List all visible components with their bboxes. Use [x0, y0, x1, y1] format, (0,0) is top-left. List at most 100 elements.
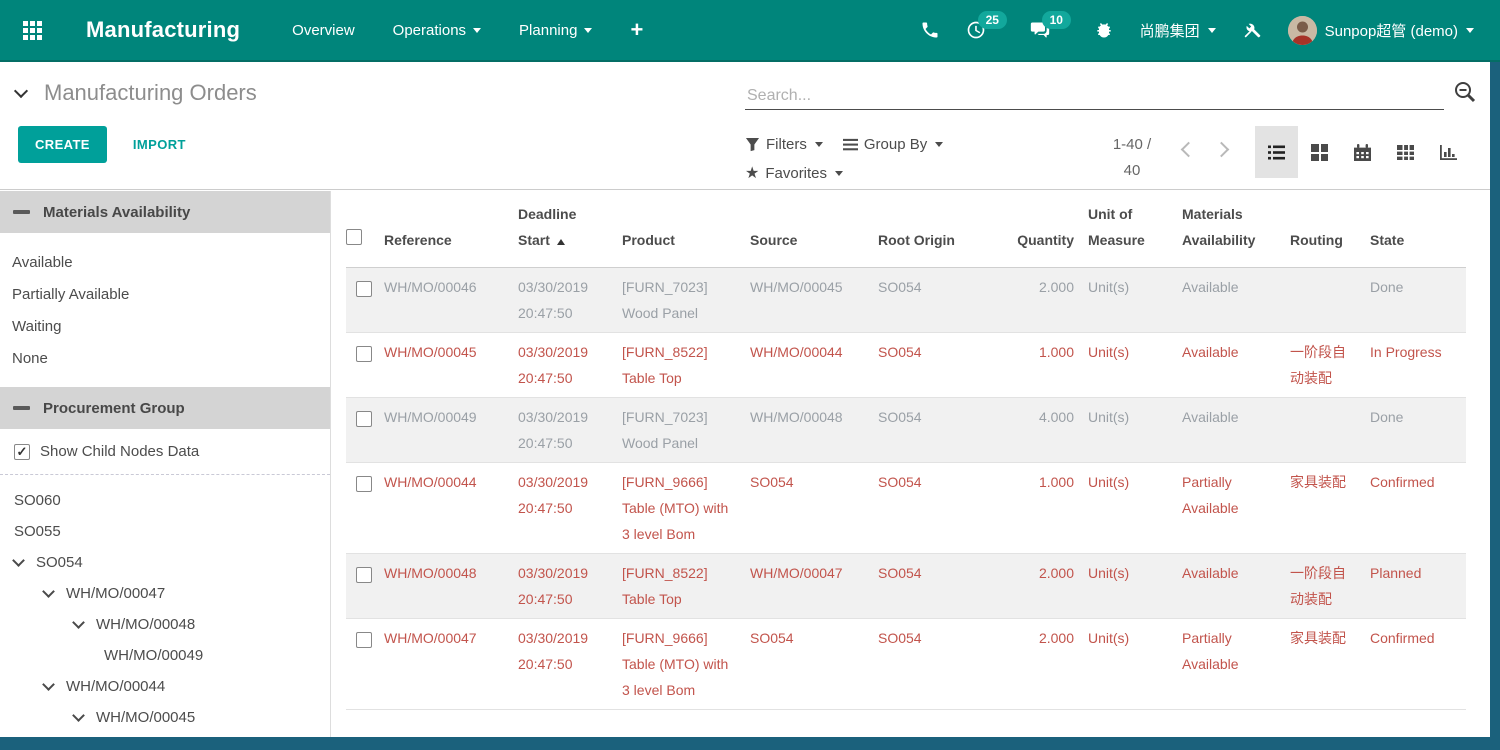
- cell-deadline[interactable]: 03/30/201920:47:50: [518, 398, 622, 463]
- column-header-routing[interactable]: Routing: [1290, 191, 1370, 268]
- cell-routing[interactable]: [1290, 398, 1370, 463]
- view-kanban-button[interactable]: [1298, 126, 1341, 178]
- availability-filter-item[interactable]: Partially Available: [12, 279, 330, 311]
- cell-availability[interactable]: Available: [1182, 268, 1290, 333]
- tree-item[interactable]: WH/MO/00047: [0, 578, 330, 609]
- column-header-source[interactable]: Source: [750, 191, 878, 268]
- cell-reference[interactable]: WH/MO/00048: [384, 554, 518, 619]
- row-checkbox[interactable]: [356, 346, 372, 362]
- row-checkbox[interactable]: [356, 567, 372, 583]
- cell-root-origin[interactable]: SO054: [878, 463, 1008, 554]
- messages-button[interactable]: 10: [1030, 20, 1050, 40]
- cell-deadline[interactable]: 03/30/201920:47:50: [518, 333, 622, 398]
- table-row[interactable]: WH/MO/0004703/30/201920:47:50[FURN_9666]…: [346, 619, 1466, 710]
- cell-uom[interactable]: Unit(s): [1088, 463, 1182, 554]
- row-select-cell[interactable]: [346, 268, 384, 333]
- cell-state[interactable]: Confirmed: [1370, 463, 1466, 554]
- row-checkbox[interactable]: [356, 476, 372, 492]
- cell-uom[interactable]: Unit(s): [1088, 268, 1182, 333]
- cell-root-origin[interactable]: SO054: [878, 333, 1008, 398]
- tree-item[interactable]: SO055: [0, 516, 330, 547]
- cell-uom[interactable]: Unit(s): [1088, 619, 1182, 710]
- availability-filter-item[interactable]: Waiting: [12, 311, 330, 343]
- availability-filter-item[interactable]: Available: [12, 247, 330, 279]
- cell-reference[interactable]: WH/MO/00044: [384, 463, 518, 554]
- cell-deadline[interactable]: 03/30/201920:47:50: [518, 463, 622, 554]
- cell-routing[interactable]: [1290, 268, 1370, 333]
- cell-source[interactable]: WH/MO/00044: [750, 333, 878, 398]
- menu-planning[interactable]: Planning: [519, 22, 592, 39]
- search-input[interactable]: [745, 83, 1444, 110]
- row-select-cell[interactable]: [346, 333, 384, 398]
- cell-product[interactable]: [FURN_7023] Wood Panel: [622, 268, 750, 333]
- menu-operations[interactable]: Operations: [393, 22, 481, 39]
- column-header-state[interactable]: State: [1370, 191, 1466, 268]
- tree-item[interactable]: WH/MO/00049: [0, 640, 330, 671]
- cell-quantity[interactable]: 2.000: [1008, 619, 1088, 710]
- cell-availability[interactable]: Partially Available: [1182, 619, 1290, 710]
- cell-routing[interactable]: 一阶段自动装配: [1290, 554, 1370, 619]
- cell-routing[interactable]: 家具装配: [1290, 619, 1370, 710]
- favorites-menu[interactable]: ★ Favorites: [745, 159, 985, 188]
- column-header-deadline[interactable]: DeadlineStart: [518, 191, 622, 268]
- view-pivot-button[interactable]: [1384, 126, 1427, 178]
- column-header-root_origin[interactable]: Root Origin: [878, 191, 1008, 268]
- developer-tools-button[interactable]: [1242, 20, 1262, 40]
- cell-availability[interactable]: Available: [1182, 333, 1290, 398]
- debug-button[interactable]: [1094, 20, 1114, 40]
- pager-next-icon[interactable]: [1214, 142, 1230, 158]
- cell-state[interactable]: Planned: [1370, 554, 1466, 619]
- vertical-scrollbar[interactable]: [1490, 62, 1500, 750]
- row-checkbox[interactable]: [356, 281, 372, 297]
- cell-quantity[interactable]: 2.000: [1008, 268, 1088, 333]
- cell-deadline[interactable]: 03/30/201920:47:50: [518, 554, 622, 619]
- cell-reference[interactable]: WH/MO/00046: [384, 268, 518, 333]
- cell-quantity[interactable]: 1.000: [1008, 463, 1088, 554]
- horizontal-scrollbar[interactable]: [0, 737, 1500, 750]
- cell-deadline[interactable]: 03/30/201920:47:50: [518, 619, 622, 710]
- cell-deadline[interactable]: 03/30/201920:47:50: [518, 268, 622, 333]
- table-row[interactable]: WH/MO/0004803/30/201920:47:50[FURN_8522]…: [346, 554, 1466, 619]
- row-select-cell[interactable]: [346, 554, 384, 619]
- section-materials-availability[interactable]: Materials Availability: [0, 191, 330, 233]
- cell-root-origin[interactable]: SO054: [878, 268, 1008, 333]
- cell-availability[interactable]: Partially Available: [1182, 463, 1290, 554]
- create-button[interactable]: CREATE: [18, 126, 107, 163]
- chevron-down-icon[interactable]: [12, 554, 25, 567]
- chevron-down-icon[interactable]: [42, 678, 55, 691]
- select-all-checkbox[interactable]: [346, 229, 362, 245]
- tree-item[interactable]: SO060: [0, 485, 330, 516]
- apps-grid-icon[interactable]: [0, 0, 64, 60]
- cell-reference[interactable]: WH/MO/00047: [384, 619, 518, 710]
- cell-root-origin[interactable]: SO054: [878, 554, 1008, 619]
- table-row[interactable]: WH/MO/0004403/30/201920:47:50[FURN_9666]…: [346, 463, 1466, 554]
- cell-state[interactable]: Confirmed: [1370, 619, 1466, 710]
- row-checkbox[interactable]: [356, 411, 372, 427]
- view-list-button[interactable]: [1255, 126, 1298, 178]
- cell-reference[interactable]: WH/MO/00045: [384, 333, 518, 398]
- cell-quantity[interactable]: 4.000: [1008, 398, 1088, 463]
- pager-previous-icon[interactable]: [1181, 142, 1197, 158]
- collapse-chevron-icon[interactable]: [14, 83, 28, 97]
- cell-quantity[interactable]: 1.000: [1008, 333, 1088, 398]
- group-by-menu[interactable]: Group By: [843, 130, 943, 159]
- cell-source[interactable]: WH/MO/00045: [750, 268, 878, 333]
- filters-menu[interactable]: Filters: [745, 130, 823, 159]
- cell-uom[interactable]: Unit(s): [1088, 398, 1182, 463]
- cell-routing[interactable]: 一阶段自动装配: [1290, 333, 1370, 398]
- section-procurement-group[interactable]: Procurement Group: [0, 387, 330, 429]
- chevron-down-icon[interactable]: [72, 616, 85, 629]
- cell-product[interactable]: [FURN_9666] Table (MTO) with 3 level Bom: [622, 619, 750, 710]
- voip-phone-button[interactable]: [920, 20, 940, 40]
- chevron-down-icon[interactable]: [72, 709, 85, 722]
- tree-item[interactable]: WH/MO/00045: [0, 702, 330, 733]
- view-calendar-button[interactable]: [1341, 126, 1384, 178]
- import-button[interactable]: IMPORT: [133, 137, 186, 152]
- column-header-uom[interactable]: Unit ofMeasure: [1088, 191, 1182, 268]
- cell-availability[interactable]: Available: [1182, 554, 1290, 619]
- cell-root-origin[interactable]: SO054: [878, 398, 1008, 463]
- row-select-cell[interactable]: [346, 463, 384, 554]
- cell-product[interactable]: [FURN_7023] Wood Panel: [622, 398, 750, 463]
- row-checkbox[interactable]: [356, 632, 372, 648]
- column-header-product[interactable]: Product: [622, 191, 750, 268]
